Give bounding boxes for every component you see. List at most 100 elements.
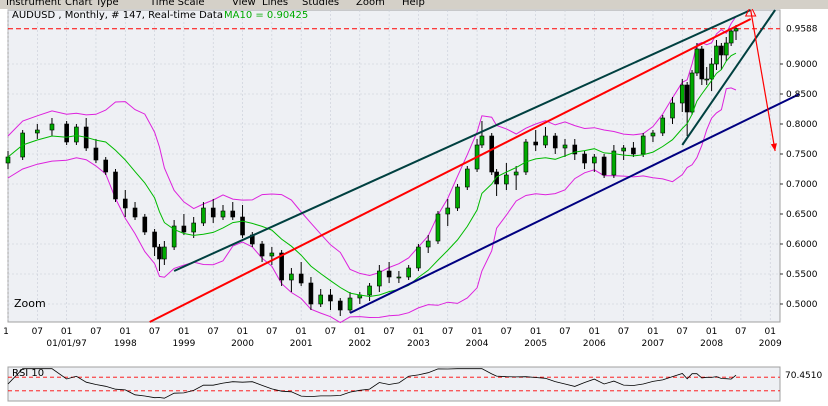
candle-body (714, 45, 719, 65)
candle-body (367, 285, 372, 296)
candle-body (191, 222, 196, 233)
x-tick-label: 01 (413, 327, 424, 337)
y-tick-label: 0.5500 (786, 270, 818, 280)
candle-body (230, 210, 236, 218)
candle-body (523, 141, 529, 173)
candle-body (64, 123, 69, 143)
candle-body (445, 207, 451, 215)
x-tick-label: 01 (120, 327, 131, 337)
zoom-label[interactable]: Zoom (14, 297, 46, 310)
x-tick-label: 07 (383, 327, 394, 337)
candle-body (259, 243, 265, 257)
y-tick-label: 0.5000 (786, 300, 818, 310)
x-year-label: 2000 (231, 339, 254, 349)
x-tick-label: 01 (295, 327, 306, 337)
candle-body (425, 240, 431, 248)
x-tick-label: 07 (149, 327, 160, 337)
candle-body (592, 156, 597, 164)
candle-body (733, 28, 739, 32)
candle-body (328, 294, 333, 302)
x-tick-label: 01 (589, 327, 600, 337)
ma-label: MA10 = 0.90425 (224, 10, 308, 21)
y-tick-label: 0.8500 (786, 90, 818, 100)
x-tick-label: 07 (735, 327, 746, 337)
candle-body (142, 216, 148, 233)
x-tick-label: 01 (237, 327, 248, 337)
x-tick-label: 01 (706, 327, 717, 337)
candle-body (719, 45, 724, 56)
candle-body (650, 132, 656, 137)
candle-body (49, 123, 55, 131)
menu-instrument[interactable]: Instrument (6, 0, 61, 8)
candle-body (601, 156, 607, 176)
candle-body (694, 48, 700, 74)
x-tick-label: 07 (559, 327, 570, 337)
y-tick-label: 0.7500 (786, 150, 818, 160)
candle-body (552, 135, 558, 149)
menu-lines[interactable]: Lines (262, 0, 288, 8)
y-tick-label: 0.9000 (786, 60, 818, 70)
x-tick-label: 07 (266, 327, 277, 337)
candle-body (132, 207, 138, 218)
candle-body (621, 147, 626, 152)
x-tick-label: 07 (677, 327, 688, 337)
x-tick-label: 07 (442, 327, 453, 337)
y-tick-label: 0.6000 (786, 240, 818, 250)
candle-body (298, 273, 304, 284)
candle-body (337, 300, 343, 311)
candle-body (201, 207, 206, 224)
candle-body (122, 198, 128, 209)
x-year-label: 2002 (348, 339, 371, 349)
candle-body (377, 270, 382, 287)
menu-help[interactable]: Help (402, 0, 425, 8)
candle-body (93, 147, 99, 161)
candle-body (679, 84, 685, 104)
candle-body (5, 156, 11, 164)
x-tick-label: 01 (354, 327, 365, 337)
candle-body (103, 159, 109, 173)
candle-body (640, 135, 646, 155)
candle-body (455, 186, 460, 209)
plot-area (7, 9, 781, 323)
candle-body (631, 147, 636, 155)
candle-body (670, 102, 675, 119)
menu-zoom[interactable]: Zoom (356, 0, 385, 8)
rsi-label: RSI 10 (12, 368, 44, 379)
candle-body (162, 246, 167, 260)
menu-time-scale[interactable]: Time Scale (150, 0, 205, 8)
x-year-label: 2009 (759, 339, 782, 349)
x-tick-label: 07 (618, 327, 629, 337)
candle-body (543, 135, 548, 146)
last-price-label: 0.9588 (786, 25, 818, 35)
candle-body (723, 42, 729, 56)
y-tick-label: 0.6500 (786, 210, 818, 220)
candle-body (416, 246, 421, 269)
candle-body (289, 273, 294, 281)
candle-body (562, 144, 568, 149)
candle-body (728, 30, 734, 44)
candle-body (709, 63, 714, 80)
candle-body (347, 297, 353, 311)
candle-body (689, 72, 695, 113)
candle-body (240, 216, 245, 236)
x-year-label: 2005 (524, 339, 547, 349)
candle-body (308, 282, 314, 305)
menu-view[interactable]: View (232, 0, 256, 8)
menu-studies[interactable]: Studies (302, 0, 339, 8)
x-year-label: 2007 (642, 339, 665, 349)
candle-body (699, 48, 705, 80)
y-tick-label: 0.7000 (786, 180, 818, 190)
candle-body (489, 135, 495, 173)
x-tick-label: 01 (178, 327, 189, 337)
rsi-value-label: 70.4510 (785, 371, 822, 381)
x-tick-label: 07 (90, 327, 101, 337)
candle-body (504, 174, 509, 185)
x-tick-label: 01 (471, 327, 482, 337)
y-tick-label: 0.8000 (786, 120, 818, 130)
candle-body (220, 210, 226, 218)
candle-body (152, 231, 157, 248)
candle-body (157, 246, 162, 260)
candle-body (435, 213, 441, 242)
x-tick-label: 01 (61, 327, 72, 337)
menu-chart-type[interactable]: Chart Type (65, 0, 119, 8)
